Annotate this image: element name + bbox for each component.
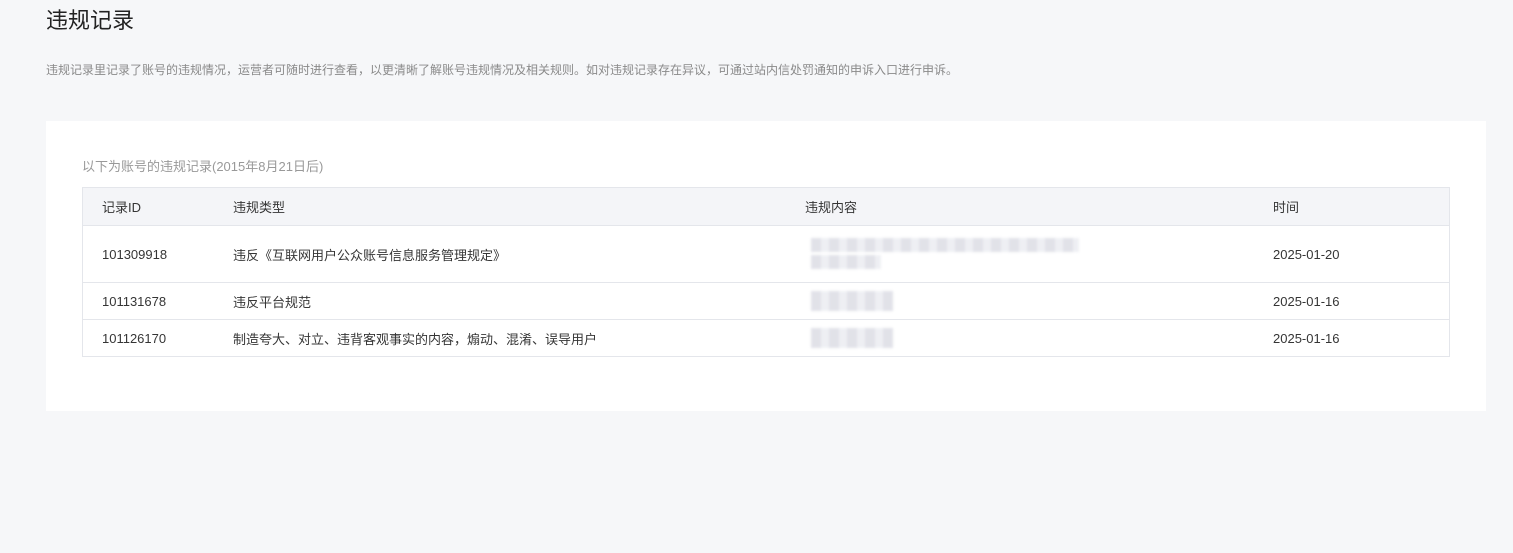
table-row: 101131678 违反平台规范 2025-01-16 [83,282,1449,319]
redaction-block [811,291,893,311]
header-violation-type: 违规类型 [233,200,286,215]
violation-content-redacted [805,226,1273,282]
violation-content-redacted [805,283,1273,319]
record-id: 101131678 [102,293,167,309]
table-row: 101126170 制造夸大、对立、违背客观事实的内容，煽动、混淆、误导用户 2… [83,319,1449,356]
violation-type: 制造夸大、对立、违背客观事实的内容，煽动、混淆、误导用户 [233,331,598,347]
violation-type: 违反平台规范 [233,294,312,310]
violation-records-table: 记录ID 违规类型 违规内容 时间 101309918 违反《互联网用户公众账号… [82,187,1450,357]
violation-type: 违反《互联网用户公众账号信息服务管理规定》 [233,247,507,263]
header-record-id: 记录ID [102,200,142,215]
table-header-row: 记录ID 违规类型 违规内容 时间 [83,188,1449,225]
violation-time: 2025-01-20 [1273,246,1340,262]
records-panel: 以下为账号的违规记录(2015年8月21日后) 记录ID 违规类型 违规内容 时… [46,121,1486,411]
header-violation-content-label: 违规内容 [805,200,858,215]
redaction-block [811,328,893,348]
records-caption: 以下为账号的违规记录(2015年8月21日后) [82,159,324,174]
table-row: 101309918 违反《互联网用户公众账号信息服务管理规定》 2025-01-… [83,225,1449,282]
redaction-block [811,255,881,269]
page-title: 违规记录 [46,8,135,33]
header-time: 时间 [1273,200,1300,215]
violation-content-redacted [805,320,1273,356]
redaction-block [811,238,1079,252]
header-violation-content: 违规内容 [805,188,1273,225]
record-id: 101126170 [102,330,167,346]
violation-time: 2025-01-16 [1273,330,1340,346]
record-id: 101309918 [102,246,168,262]
page-description: 违规记录里记录了账号的违规情况，运营者可随时进行查看，以更清晰了解账号违规情况及… [46,63,959,77]
violation-time: 2025-01-16 [1273,293,1340,309]
